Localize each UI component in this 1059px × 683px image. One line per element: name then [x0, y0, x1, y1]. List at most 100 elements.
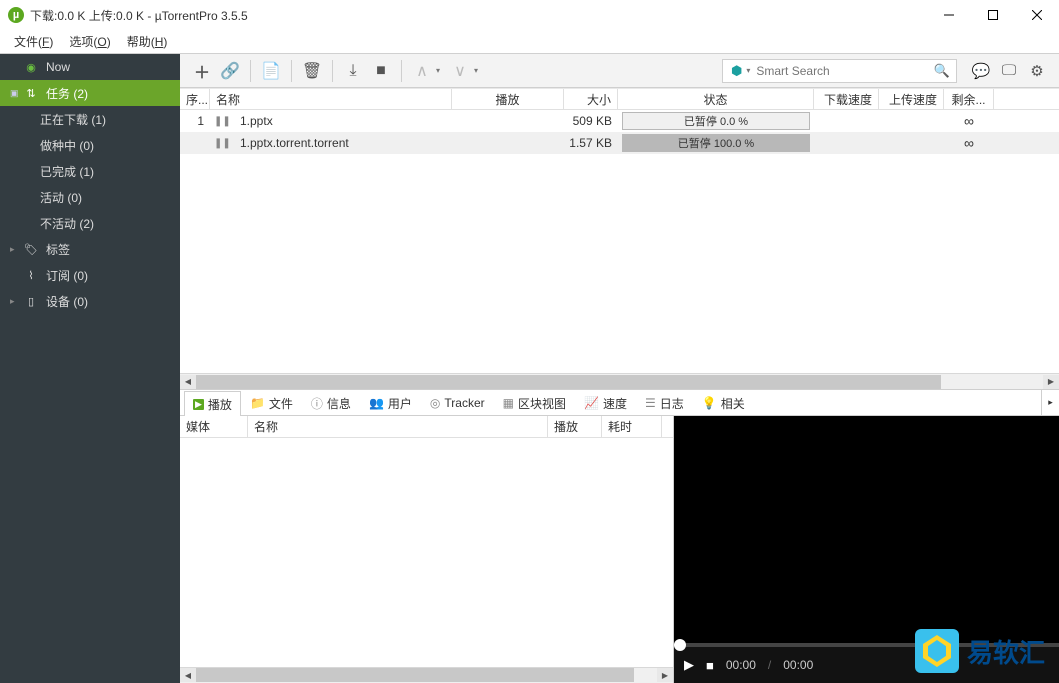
scroll-thumb[interactable] [196, 375, 941, 389]
sidebar: ◉Now ▣⇅任务 (2) 正在下载 (1) 做种中 (0) 已完成 (1) 活… [0, 54, 180, 683]
detail-scrollbar[interactable]: ◀ ▶ [180, 667, 673, 683]
seek-handle[interactable] [674, 639, 686, 651]
time-total: 00:00 [783, 658, 813, 672]
sidebar-item-label: 不活动 (2) [40, 215, 94, 232]
dropdown-icon[interactable]: ▾ [436, 66, 446, 75]
dcol-time[interactable]: 耗时 [602, 416, 662, 437]
sidebar-item-downloading[interactable]: 正在下载 (1) [0, 106, 180, 132]
sidebar-item-feeds[interactable]: ⌇ 订阅 (0) [0, 262, 180, 288]
start-button[interactable]: ⤓ [339, 57, 367, 85]
cell-remaining: ∞ [944, 133, 994, 153]
create-torrent-button[interactable]: 📄 [257, 57, 285, 85]
dcol-play[interactable]: 播放 [548, 416, 602, 437]
cell-ulspeed [879, 119, 944, 123]
cell-size: 509 KB [564, 112, 618, 130]
horizontal-scrollbar[interactable]: ◀ ▶ [180, 373, 1059, 389]
scroll-left-arrow[interactable]: ◀ [180, 668, 196, 682]
sidebar-item-label: 订阅 (0) [46, 267, 88, 284]
scroll-thumb[interactable] [196, 668, 634, 682]
col-index[interactable]: 序... [180, 89, 210, 109]
add-url-button[interactable]: 🔗 [216, 57, 244, 85]
scroll-right-arrow[interactable]: ▶ [657, 668, 673, 682]
sidebar-item-completed[interactable]: 已完成 (1) [0, 158, 180, 184]
col-size[interactable]: 大小 [564, 89, 618, 109]
dcol-name[interactable]: 名称 [248, 416, 548, 437]
log-icon: ☰ [645, 396, 656, 410]
menu-file[interactable]: 文件(F) [6, 30, 61, 53]
cell-name: 1.pptx.torrent.torrent [234, 134, 452, 152]
chat-button[interactable]: 💬 [967, 57, 995, 85]
tab-related[interactable]: 💡相关 [693, 390, 754, 415]
cell-dlspeed [814, 141, 879, 145]
tab-info[interactable]: ⓘ信息 [302, 390, 360, 415]
col-ulspeed[interactable]: 上传速度 [879, 89, 944, 109]
tab-play[interactable]: ▶播放 [184, 391, 241, 416]
pause-icon: ❚❚ [214, 138, 230, 149]
sidebar-item-tasks[interactable]: ▣⇅任务 (2) [0, 80, 180, 106]
play-button[interactable]: ▶ [684, 657, 694, 673]
toolbar: ＋ 🔗 📄 🗑 ⤓ ■ ∧ ▾ ∨ ▾ ⬢ ▾ 🔍 [180, 54, 1059, 88]
folder-icon: 📁 [250, 396, 265, 410]
tab-log[interactable]: ☰日志 [636, 390, 693, 415]
col-status[interactable]: 状态 [618, 89, 814, 109]
search-input[interactable] [754, 64, 927, 78]
sidebar-item-label: 活动 (0) [40, 189, 82, 206]
sidebar-item-label: 已完成 (1) [40, 163, 94, 180]
cell-remaining: ∞ [944, 111, 994, 131]
chevron-down-icon[interactable]: ▾ [746, 66, 750, 75]
tabs-overflow-button[interactable]: ▸ [1041, 390, 1059, 415]
expand-icon[interactable]: ▸ [10, 244, 22, 255]
search-icon[interactable]: 🔍 [934, 63, 950, 79]
updown-icon: ⇅ [24, 87, 38, 100]
globe-icon: ◉ [24, 61, 38, 74]
sidebar-item-now[interactable]: ◉Now [0, 54, 180, 80]
menu-options[interactable]: 选项(O) [61, 30, 118, 53]
stop-button[interactable]: ■ [367, 57, 395, 85]
scroll-right-arrow[interactable]: ▶ [1043, 375, 1059, 389]
remove-button[interactable]: 🗑 [298, 57, 326, 85]
add-torrent-button[interactable]: ＋ [188, 57, 216, 85]
remote-button[interactable]: 🖵 [995, 57, 1023, 85]
tab-tracker[interactable]: ◎Tracker [421, 390, 494, 415]
pieces-icon: ▦ [503, 396, 514, 410]
minimize-icon [944, 10, 954, 20]
list-body: 1 ❚❚ 1.pptx 509 KB 已暂停 0.0 % ∞ ❚❚ 1.pptx… [180, 110, 1059, 373]
settings-button[interactable]: ⚙ [1023, 57, 1051, 85]
rss-icon: ⌇ [24, 269, 38, 282]
scroll-left-arrow[interactable]: ◀ [180, 375, 196, 389]
move-down-button[interactable]: ∨ [446, 57, 474, 85]
dcol-media[interactable]: 媒体 [180, 416, 248, 437]
sidebar-item-inactive[interactable]: 不活动 (2) [0, 210, 180, 236]
cell-dlspeed [814, 119, 879, 123]
minimize-button[interactable] [927, 0, 971, 30]
col-play[interactable]: 播放 [452, 89, 564, 109]
move-up-button[interactable]: ∧ [408, 57, 436, 85]
stop-button[interactable]: ■ [706, 658, 714, 673]
dropdown-icon[interactable]: ▾ [474, 66, 484, 75]
detail-grid: 媒体 名称 播放 耗时 ◀ ▶ [180, 416, 674, 683]
expand-icon[interactable]: ▸ [10, 296, 22, 307]
col-remaining[interactable]: 剩余... [944, 89, 994, 109]
shield-icon: ⬢ [731, 63, 742, 79]
sidebar-item-label: 设备 (0) [46, 293, 88, 310]
collapse-icon[interactable]: ▣ [10, 88, 22, 99]
menu-help[interactable]: 帮助(H) [119, 30, 176, 53]
sidebar-item-devices[interactable]: ▸▯设备 (0) [0, 288, 180, 314]
sidebar-item-labels[interactable]: ▸🏷标签 [0, 236, 180, 262]
col-dlspeed[interactable]: 下载速度 [814, 89, 879, 109]
sidebar-item-seeding[interactable]: 做种中 (0) [0, 132, 180, 158]
cell-status: 已暂停 100.0 % [618, 134, 814, 152]
tab-files[interactable]: 📁文件 [241, 390, 302, 415]
sidebar-item-active[interactable]: 活动 (0) [0, 184, 180, 210]
speed-icon: 📈 [584, 396, 599, 410]
tab-speed[interactable]: 📈速度 [575, 390, 636, 415]
maximize-button[interactable] [971, 0, 1015, 30]
tag-icon: 🏷 [24, 243, 38, 256]
table-row[interactable]: ❚❚ 1.pptx.torrent.torrent 1.57 KB 已暂停 10… [180, 132, 1059, 154]
col-name[interactable]: 名称 [210, 89, 452, 109]
titlebar: 下载:0.0 K 上传:0.0 K - µTorrentPro 3.5.5 [0, 0, 1059, 30]
table-row[interactable]: 1 ❚❚ 1.pptx 509 KB 已暂停 0.0 % ∞ [180, 110, 1059, 132]
tab-peers[interactable]: 👥用户 [360, 390, 421, 415]
close-button[interactable] [1015, 0, 1059, 30]
tab-pieces[interactable]: ▦区块视图 [494, 390, 575, 415]
